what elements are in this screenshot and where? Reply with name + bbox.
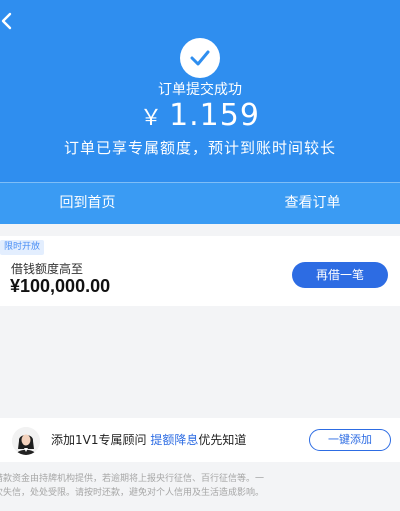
disclaimer-line-2: 次失信，处处受限。请按时还款，避免对个人信用及生活造成影响。 xyxy=(0,488,265,498)
amount-value: 1.159 xyxy=(169,98,260,133)
back-home-button[interactable]: 回到首页 xyxy=(0,182,175,224)
one-click-add-button[interactable]: 一键添加 xyxy=(309,429,391,451)
risk-disclaimer: 借款资金由持牌机构提供，若逾期将上报央行征信、百行征信等。一 次失信，处处受限。… xyxy=(0,472,400,500)
loan-limit-amount: ¥100,000.00 xyxy=(10,276,111,296)
advisor-banner: 添加1V1专属顾问 提额降息优先知道 一键添加 xyxy=(0,418,400,462)
advisor-message: 添加1V1专属顾问 提额降息优先知道 xyxy=(51,431,246,448)
action-bar: 回到首页 查看订单 xyxy=(0,182,400,224)
advisor-avatar xyxy=(12,427,40,455)
advisor-text-suffix: 优先知道 xyxy=(198,433,247,447)
advisor-text-prefix: 添加1V1专属顾问 xyxy=(51,433,147,447)
view-orders-button[interactable]: 查看订单 xyxy=(225,182,400,224)
borrow-again-button[interactable]: 再借一笔 xyxy=(292,262,388,288)
loan-limit-label: 借钱额度高至 xyxy=(11,262,84,276)
success-header: 订单提交成功 ￥ 1.159 订单已享专属额度，预计到账时间较长 xyxy=(0,0,400,182)
order-amount: ￥ 1.159 xyxy=(0,98,400,133)
limited-time-badge: 限时开放 xyxy=(0,240,45,255)
disclaimer-line-1: 借款资金由持牌机构提供，若逾期将上报央行征信、百行征信等。一 xyxy=(0,474,265,484)
currency-symbol: ￥ xyxy=(140,106,164,131)
advisor-highlight: 提额降息 xyxy=(150,433,199,447)
back-chevron-icon[interactable] xyxy=(0,12,14,30)
success-check-icon xyxy=(180,38,220,78)
order-success-title: 订单提交成功 xyxy=(158,82,242,98)
order-subtitle: 订单已享专属额度，预计到账时间较长 xyxy=(63,139,336,157)
